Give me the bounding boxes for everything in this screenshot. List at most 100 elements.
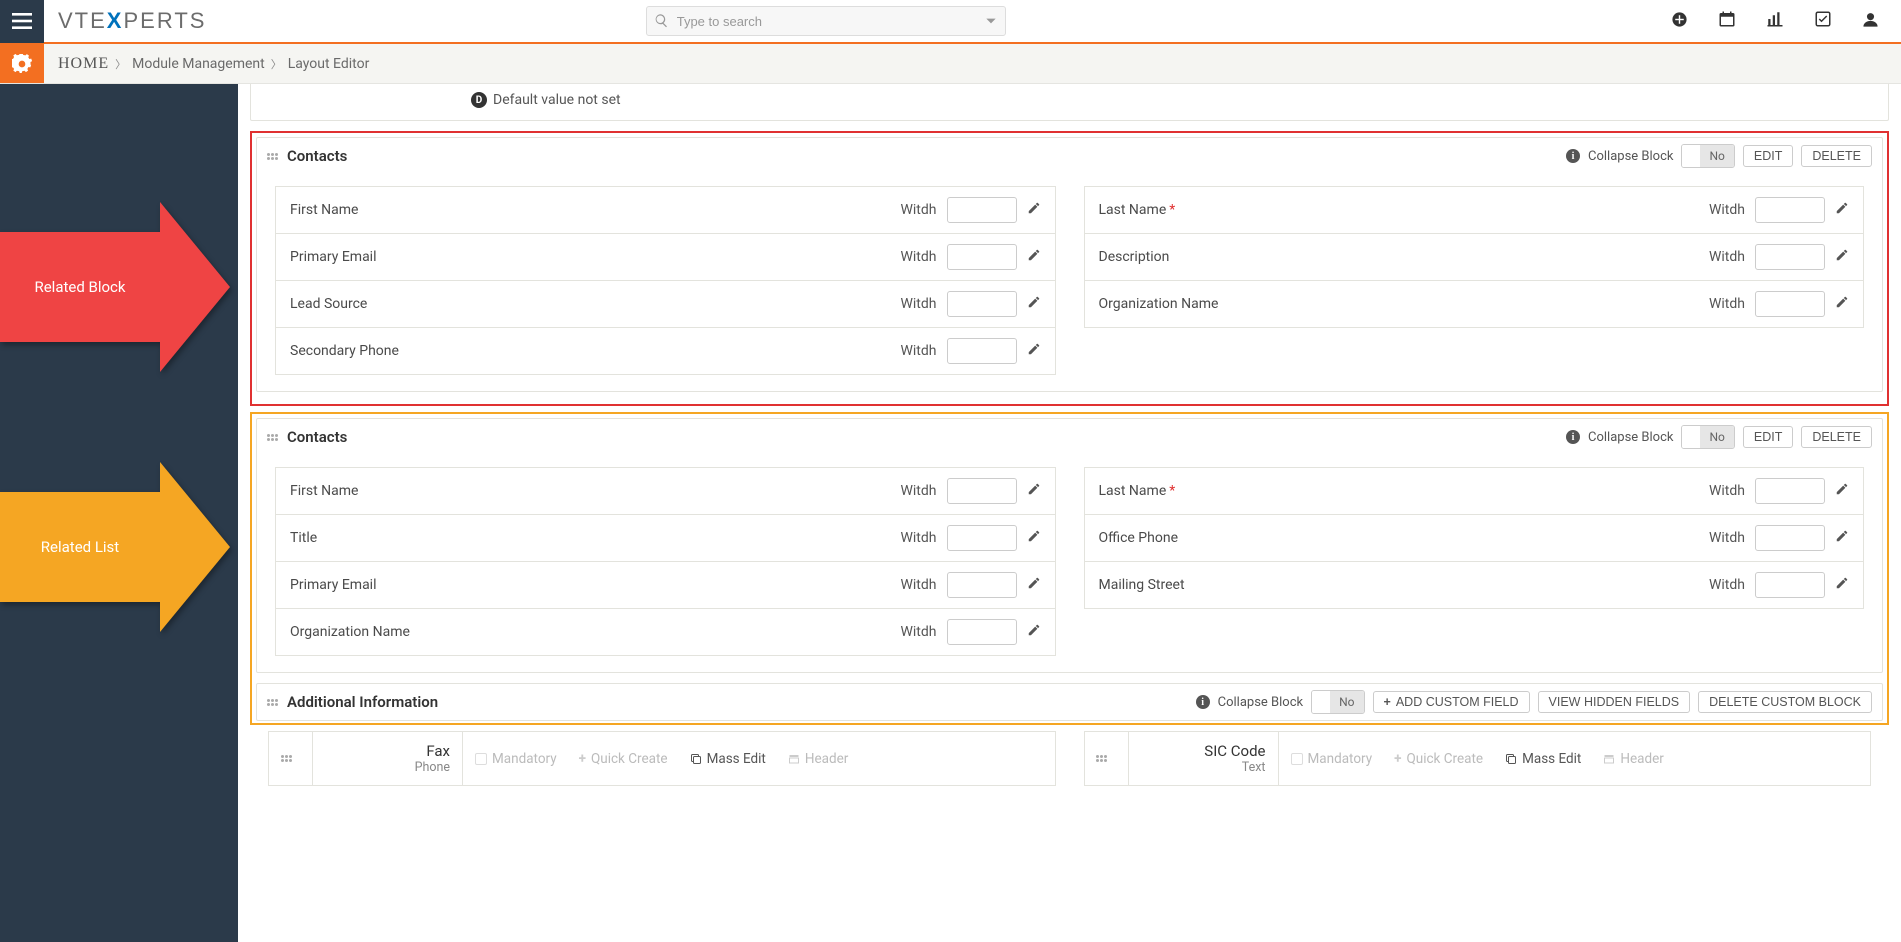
width-input[interactable] — [947, 525, 1017, 551]
pencil-icon[interactable] — [1027, 623, 1041, 641]
edit-button[interactable]: EDIT — [1743, 426, 1793, 448]
field-row[interactable]: Primary Email Witdh — [275, 562, 1056, 609]
block-title: Additional Information — [287, 693, 438, 711]
field-label: Last Name* — [1099, 202, 1709, 218]
drag-handle-icon[interactable] — [269, 732, 313, 785]
field-row[interactable]: Primary Email Witdh — [275, 234, 1056, 281]
width-input[interactable] — [947, 478, 1017, 504]
opt-header[interactable]: Header — [788, 740, 848, 777]
breadcrumb: HOME 〉 Module Management 〉 Layout Editor — [44, 44, 369, 83]
opt-quick-create[interactable]: +Quick Create — [579, 740, 668, 777]
field-row[interactable]: Last Name* Witdh — [1084, 467, 1865, 515]
delete-button[interactable]: DELETE — [1801, 145, 1872, 167]
field-row[interactable]: Organization Name Witdh — [275, 609, 1056, 656]
opt-mass-edit[interactable]: Mass Edit — [690, 740, 766, 777]
width-input[interactable] — [1755, 572, 1825, 598]
width-input[interactable] — [947, 244, 1017, 270]
pencil-icon[interactable] — [1027, 248, 1041, 266]
width-label: Witdh — [1709, 296, 1745, 312]
task-icon[interactable] — [1814, 10, 1832, 32]
edit-button[interactable]: EDIT — [1743, 145, 1793, 167]
field-row[interactable]: Lead Source Witdh — [275, 281, 1056, 328]
field-row[interactable]: Mailing Street Witdh — [1084, 562, 1865, 609]
default-badge-icon: D — [471, 92, 487, 108]
info-icon[interactable]: i — [1566, 430, 1580, 444]
field-column-left: First Name Witdh Primary Email Witdh Lea… — [275, 186, 1056, 375]
pencil-icon[interactable] — [1835, 201, 1849, 219]
pencil-icon[interactable] — [1835, 529, 1849, 547]
info-icon[interactable]: i — [1566, 149, 1580, 163]
hamburger-menu[interactable] — [0, 0, 44, 43]
pencil-icon[interactable] — [1027, 342, 1041, 360]
field-column-right: Last Name* Witdh Office Phone Witdh Mail… — [1084, 467, 1865, 656]
delete-button[interactable]: DELETE — [1801, 426, 1872, 448]
pencil-icon[interactable] — [1027, 576, 1041, 594]
pencil-icon[interactable] — [1835, 248, 1849, 266]
field-row[interactable]: Office Phone Witdh — [1084, 515, 1865, 562]
breadcrumb-home[interactable]: HOME — [58, 55, 109, 73]
width-label: Witdh — [900, 483, 936, 499]
collapse-label: Collapse Block — [1588, 430, 1673, 445]
drag-handle-icon[interactable] — [267, 434, 279, 441]
collapse-toggle[interactable]: No — [1681, 144, 1734, 168]
opt-mass-edit[interactable]: Mass Edit — [1505, 740, 1581, 777]
search-input[interactable] — [646, 6, 1006, 36]
field-row[interactable]: First Name Witdh — [275, 467, 1056, 515]
width-input[interactable] — [1755, 478, 1825, 504]
chart-icon[interactable] — [1766, 10, 1784, 32]
width-input[interactable] — [947, 572, 1017, 598]
width-input[interactable] — [947, 619, 1017, 645]
field-column-left: First Name Witdh Title Witdh Primary Ema… — [275, 467, 1056, 656]
collapse-toggle[interactable]: No — [1311, 690, 1364, 714]
opt-mandatory[interactable]: Mandatory — [475, 740, 557, 777]
drag-handle-icon[interactable] — [267, 699, 279, 706]
width-label: Witdh — [900, 343, 936, 359]
breadcrumb-module[interactable]: Module Management — [132, 56, 265, 72]
field-row[interactable]: Secondary Phone Witdh — [275, 328, 1056, 375]
width-label: Witdh — [1709, 202, 1745, 218]
width-input[interactable] — [947, 197, 1017, 223]
width-input[interactable] — [1755, 525, 1825, 551]
field-row[interactable]: Description Witdh — [1084, 234, 1865, 281]
drag-handle-icon[interactable] — [267, 153, 279, 160]
field-type: Phone — [325, 760, 450, 775]
opt-quick-create[interactable]: +Quick Create — [1394, 740, 1483, 777]
field-row[interactable]: Title Witdh — [275, 515, 1056, 562]
field-row[interactable]: Organization Name Witdh — [1084, 281, 1865, 328]
pencil-icon[interactable] — [1027, 529, 1041, 547]
view-hidden-fields-button[interactable]: VIEW HIDDEN FIELDS — [1538, 691, 1691, 713]
width-label: Witdh — [1709, 530, 1745, 546]
breadcrumb-layout[interactable]: Layout Editor — [288, 56, 370, 72]
field-row[interactable]: First Name Witdh — [275, 186, 1056, 234]
field-name: Fax — [325, 742, 450, 760]
pencil-icon[interactable] — [1835, 482, 1849, 500]
settings-gear[interactable] — [0, 44, 44, 83]
width-input[interactable] — [947, 338, 1017, 364]
field-row[interactable]: Last Name* Witdh — [1084, 186, 1865, 234]
opt-mandatory[interactable]: Mandatory — [1291, 740, 1373, 777]
field-card-row: Fax Phone Mandatory +Quick Create Mass E… — [250, 731, 1889, 802]
width-input[interactable] — [1755, 244, 1825, 270]
add-icon[interactable] — [1671, 11, 1688, 32]
width-input[interactable] — [1755, 197, 1825, 223]
logo: VTEXPERTS — [44, 8, 220, 34]
pencil-icon[interactable] — [1027, 295, 1041, 313]
pencil-icon[interactable] — [1835, 576, 1849, 594]
drag-handle-icon[interactable] — [1085, 732, 1129, 785]
add-custom-field-button[interactable]: +ADD CUSTOM FIELD — [1373, 691, 1530, 713]
delete-custom-block-button[interactable]: DELETE CUSTOM BLOCK — [1698, 691, 1872, 713]
annotation-arrow-block: Related Block — [0, 202, 230, 372]
user-icon[interactable] — [1862, 11, 1879, 32]
opt-header[interactable]: Header — [1603, 740, 1663, 777]
calendar-icon[interactable] — [1718, 10, 1736, 32]
block-contacts-2: Contacts i Collapse Block No EDIT DELETE… — [256, 418, 1883, 673]
chevron-down-icon[interactable] — [984, 14, 998, 28]
info-icon[interactable]: i — [1196, 695, 1210, 709]
pencil-icon[interactable] — [1027, 201, 1041, 219]
pencil-icon[interactable] — [1027, 482, 1041, 500]
width-input[interactable] — [1755, 291, 1825, 317]
field-column-right: Last Name* Witdh Description Witdh Organ… — [1084, 186, 1865, 375]
width-input[interactable] — [947, 291, 1017, 317]
pencil-icon[interactable] — [1835, 295, 1849, 313]
collapse-toggle[interactable]: No — [1681, 425, 1734, 449]
